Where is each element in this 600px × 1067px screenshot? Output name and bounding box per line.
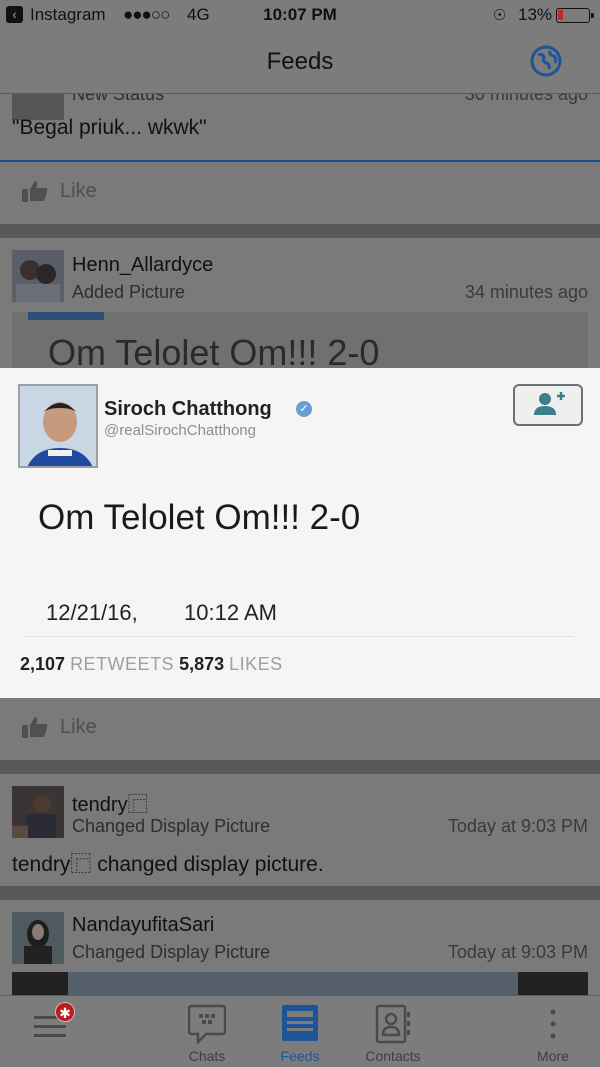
feed-item[interactable]: New Status 30 minutes ago "Begal priuk..… <box>0 94 600 162</box>
retweet-count: 2,107 <box>20 654 66 674</box>
tweet-stats: 2,107 RETWEETS 5,873 LIKES <box>20 654 283 675</box>
tab-menu[interactable]: ✱ <box>0 996 100 1067</box>
tweet-author-handle: @realSirochChatthong <box>104 422 256 439</box>
post-time: 30 minutes ago <box>464 94 588 104</box>
bottom-tab-bar: ✱ Chats Feeds Contacts More <box>0 995 600 1067</box>
tab-more[interactable]: More <box>506 996 600 1067</box>
post-author[interactable]: tendry⿸ <box>72 788 148 817</box>
feeds-icon <box>282 1005 318 1041</box>
verified-badge-icon: ✓ <box>296 401 312 417</box>
tab-label: More <box>537 1048 569 1064</box>
post-time: Today at 9:03 PM <box>447 816 588 836</box>
post-action: Added Picture <box>72 282 186 302</box>
thumbs-up-icon[interactable] <box>22 180 48 202</box>
battery-percent: 13% <box>518 5 553 24</box>
post-time: Today at 9:03 PM <box>447 942 588 962</box>
post-author[interactable]: Henn_Allardyce <box>72 254 213 277</box>
avatar[interactable] <box>12 786 64 838</box>
image-preview[interactable]: Siroch Chatthong ✓ @realSirochChatthong … <box>0 368 600 698</box>
post-image[interactable] <box>12 972 588 995</box>
tab-chats[interactable]: Chats <box>160 996 254 1067</box>
feed-item[interactable]: NandayufitaSari Changed Display Picture … <box>0 900 600 995</box>
post-action: Changed Display Picture <box>72 942 271 962</box>
contacts-icon <box>375 1004 410 1044</box>
divider <box>24 636 574 637</box>
clock: 10:07 PM <box>263 5 337 24</box>
status-text: tendry⿸ changed display picture. <box>12 853 324 876</box>
tweet-time: 10:12 AM <box>184 600 277 625</box>
tweet-author-name: Siroch Chatthong <box>104 398 272 420</box>
like-button[interactable]: Like <box>60 716 97 739</box>
post-author[interactable]: NandayufitaSari <box>72 914 214 937</box>
tab-label: Feeds <box>280 1048 320 1064</box>
tab-label: Chats <box>188 1048 226 1064</box>
feed-item[interactable]: tendry⿸ Changed Display Picture Today at… <box>0 774 600 886</box>
notification-badge: ✱ <box>55 1002 75 1022</box>
add-user-icon <box>534 392 565 415</box>
chat-bubble-icon <box>188 1004 226 1044</box>
battery-icon <box>556 8 594 23</box>
like-row[interactable]: Like <box>0 162 600 224</box>
like-count: 5,873 <box>179 654 225 674</box>
avatar[interactable] <box>12 250 64 302</box>
post-action: New Status <box>72 94 165 104</box>
like-count-label: LIKES <box>229 654 283 674</box>
like-row[interactable]: Like <box>0 698 600 760</box>
tweet-text: Om Telolet Om!!! 2-0 <box>38 498 361 537</box>
more-dots-icon <box>550 1009 556 1039</box>
tab-feeds[interactable]: Feeds <box>253 996 347 1067</box>
section-divider <box>0 760 600 774</box>
rotation-lock-icon: ☉ <box>493 7 507 24</box>
post-time: 34 minutes ago <box>464 282 588 302</box>
page-title: Feeds <box>266 48 334 75</box>
status-text: "Begal priuk... wkwk" <box>12 116 207 139</box>
post-image[interactable]: Om Telolet Om!!! 2-0 <box>12 312 588 368</box>
follow-button[interactable] <box>513 384 583 426</box>
app-header: Feeds <box>0 30 600 94</box>
post-image-text: Om Telolet Om!!! 2-0 <box>48 332 380 368</box>
tweet-avatar <box>18 384 98 468</box>
thumbs-up-icon[interactable] <box>22 716 48 738</box>
retweet-label: RETWEETS <box>70 654 175 674</box>
post-action: Changed Display Picture <box>72 816 271 836</box>
status-bar: ‹ Instagram ●●●○○ 4G 10:07 PM ☉ 13% <box>0 0 600 30</box>
tweet-date: 12/21/16, <box>46 600 138 625</box>
avatar[interactable] <box>12 912 64 964</box>
section-divider <box>0 886 600 900</box>
globe-icon[interactable] <box>530 45 562 77</box>
tab-contacts[interactable]: Contacts <box>346 996 440 1067</box>
like-button[interactable]: Like <box>60 180 97 203</box>
tab-label: Contacts <box>365 1048 421 1064</box>
section-divider <box>0 224 600 238</box>
